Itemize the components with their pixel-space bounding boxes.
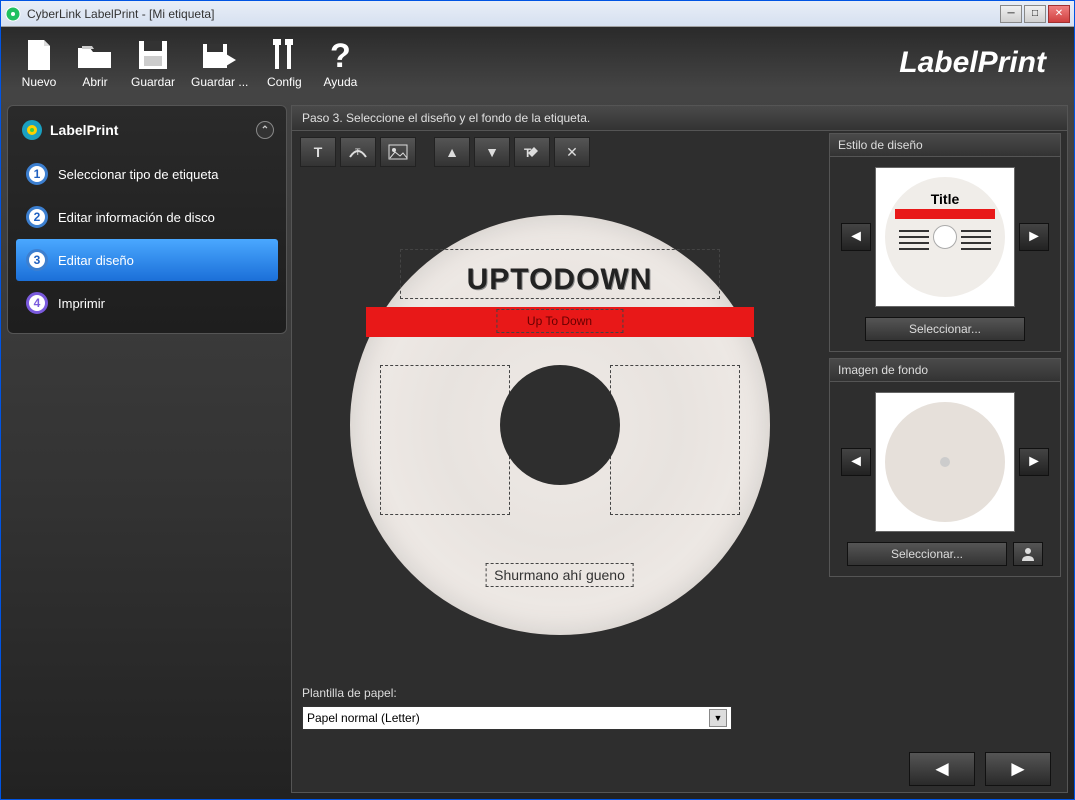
add-curved-text-button[interactable]: T xyxy=(340,137,376,167)
config-button[interactable]: Config xyxy=(264,37,304,89)
step-edit-disc-info[interactable]: 2 Editar información de disco xyxy=(16,196,278,238)
brand-label: LabelPrint xyxy=(899,46,1046,80)
step-label: Editar información de disco xyxy=(58,210,215,225)
bg-prev-button[interactable]: ◄ xyxy=(841,448,871,476)
design-style-header: Estilo de diseño xyxy=(830,134,1060,157)
collapse-icon[interactable]: ⌃ xyxy=(256,121,274,139)
bg-next-button[interactable]: ► xyxy=(1019,448,1049,476)
minimize-button[interactable]: ─ xyxy=(1000,5,1022,23)
move-down-button[interactable]: ▼ xyxy=(474,137,510,167)
design-thumbnail[interactable]: Title xyxy=(875,167,1015,307)
step-edit-design[interactable]: 3 Editar diseño xyxy=(16,239,278,281)
new-button[interactable]: Nuevo xyxy=(19,37,59,89)
step-label: Seleccionar tipo de etiqueta xyxy=(58,167,218,182)
disc-preview[interactable]: UPTODOWN Up To Down Shurmano ahí gueno xyxy=(300,171,819,678)
main-toolbar: Nuevo Abrir Guardar Guardar ... Config ?… xyxy=(1,27,1074,99)
person-icon xyxy=(1020,547,1036,561)
step-select-label-type[interactable]: 1 Seleccionar tipo de etiqueta xyxy=(16,153,278,195)
svg-text:?: ? xyxy=(330,37,351,73)
main-area: LabelPrint ⌃ 1 Seleccionar tipo de etiqu… xyxy=(1,99,1074,799)
save-icon xyxy=(133,37,173,73)
content-area: Paso 3. Seleccione el diseño y el fondo … xyxy=(291,105,1068,793)
help-icon: ? xyxy=(320,37,360,73)
sidebar-header: LabelPrint ⌃ xyxy=(12,114,282,152)
help-label: Ayuda xyxy=(323,75,357,89)
edit-toolbar: T T ▲ ▼ T ✕ xyxy=(300,137,819,167)
step-print[interactable]: 4 Imprimir xyxy=(16,282,278,324)
save-as-icon xyxy=(200,37,240,73)
paper-template-label: Plantilla de papel: xyxy=(302,686,817,700)
maximize-button[interactable]: □ xyxy=(1024,5,1046,23)
design-next-button[interactable]: ► xyxy=(1019,223,1049,251)
close-button[interactable]: ✕ xyxy=(1048,5,1070,23)
left-content-placeholder[interactable] xyxy=(380,365,510,515)
edit-text-button[interactable]: T xyxy=(514,137,550,167)
svg-text:T: T xyxy=(355,147,361,157)
app-icon xyxy=(5,6,21,22)
help-button[interactable]: ? Ayuda xyxy=(320,37,360,89)
right-content-placeholder[interactable] xyxy=(610,365,740,515)
open-button[interactable]: Abrir xyxy=(75,37,115,89)
background-image-header: Imagen de fondo xyxy=(830,359,1060,382)
step-label: Editar diseño xyxy=(58,253,134,268)
design-prev-button[interactable]: ◄ xyxy=(841,223,871,251)
prev-step-button[interactable]: ◄ xyxy=(909,752,975,786)
config-label: Config xyxy=(267,75,302,89)
thumb-title: Title xyxy=(885,191,1005,207)
delete-button[interactable]: ✕ xyxy=(554,137,590,167)
step-label: Imprimir xyxy=(58,296,105,311)
bg-browse-button[interactable] xyxy=(1013,542,1043,566)
step-number-3: 3 xyxy=(26,249,48,271)
add-image-button[interactable] xyxy=(380,137,416,167)
thumb-band xyxy=(895,209,995,219)
disc-footer-text[interactable]: Shurmano ahí gueno xyxy=(485,563,634,587)
add-text-button[interactable]: T xyxy=(300,137,336,167)
move-up-button[interactable]: ▲ xyxy=(434,137,470,167)
background-image-panel: Imagen de fondo ◄ ► xyxy=(829,358,1061,577)
step-number-2: 2 xyxy=(26,206,48,228)
sidebar: LabelPrint ⌃ 1 Seleccionar tipo de etiqu… xyxy=(7,105,287,793)
labelprint-icon xyxy=(20,118,44,142)
tools-icon xyxy=(264,37,304,73)
bg-select-button[interactable]: Seleccionar... xyxy=(847,542,1007,566)
chevron-down-icon: ▼ xyxy=(709,709,727,727)
design-select-button[interactable]: Seleccionar... xyxy=(865,317,1025,341)
lines-icon xyxy=(899,227,929,257)
window-title: CyberLink LabelPrint - [Mi etiqueta] xyxy=(27,7,1000,21)
disc-title-text[interactable]: UPTODOWN xyxy=(467,263,653,297)
open-label: Abrir xyxy=(82,75,107,89)
step-number-1: 1 xyxy=(26,163,48,185)
step-number-4: 4 xyxy=(26,292,48,314)
footer-nav: ◄ ► xyxy=(292,746,1067,792)
sidebar-title: LabelPrint xyxy=(50,122,118,138)
titlebar: CyberLink LabelPrint - [Mi etiqueta] ─ □… xyxy=(1,1,1074,27)
steps-panel: LabelPrint ⌃ 1 Seleccionar tipo de etiqu… xyxy=(7,105,287,334)
save-as-label: Guardar ... xyxy=(191,75,248,89)
folder-open-icon xyxy=(75,37,115,73)
paper-template-select[interactable]: Papel normal (Letter) ▼ xyxy=(302,706,732,730)
next-step-button[interactable]: ► xyxy=(985,752,1051,786)
save-as-button[interactable]: Guardar ... xyxy=(191,37,248,89)
save-button[interactable]: Guardar xyxy=(131,37,175,89)
lines-icon xyxy=(961,227,991,257)
disc-hole xyxy=(500,365,620,485)
bg-thumbnail[interactable] xyxy=(875,392,1015,532)
editor-pane: T T ▲ ▼ T ✕ UPTODOWN xyxy=(292,131,827,746)
app-body: Nuevo Abrir Guardar Guardar ... Config ?… xyxy=(1,27,1074,799)
new-label: Nuevo xyxy=(22,75,57,89)
design-style-panel: Estilo de diseño ◄ Title xyxy=(829,133,1061,352)
app-window: CyberLink LabelPrint - [Mi etiqueta] ─ □… xyxy=(0,0,1075,800)
save-label: Guardar xyxy=(131,75,175,89)
file-icon xyxy=(19,37,59,73)
disc-subtitle-text[interactable]: Up To Down xyxy=(496,309,623,333)
step-instruction: Paso 3. Seleccione el diseño y el fondo … xyxy=(292,106,1067,131)
paper-template-value: Papel normal (Letter) xyxy=(307,711,420,725)
